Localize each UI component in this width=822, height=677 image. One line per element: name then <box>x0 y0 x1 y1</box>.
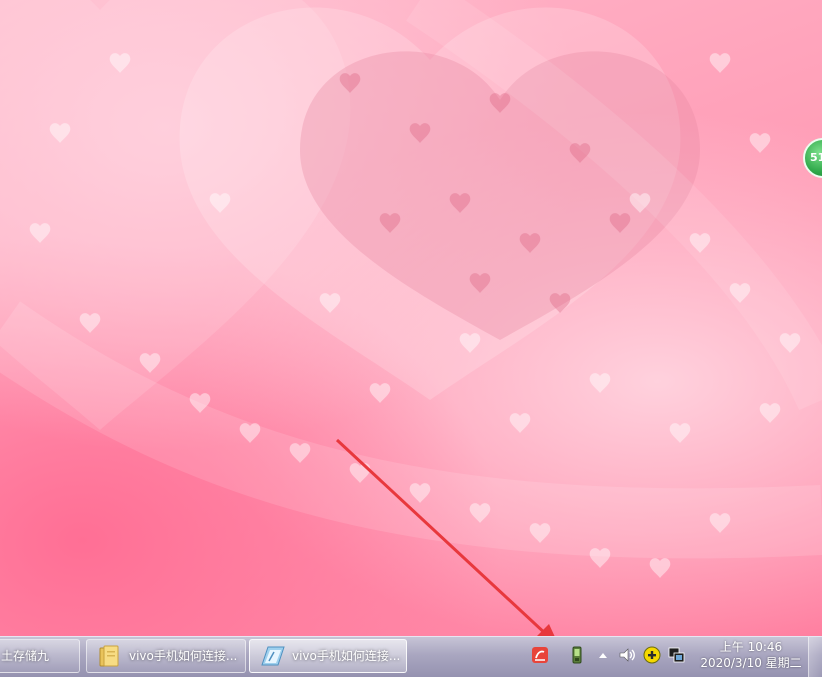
display-icon[interactable] <box>667 645 685 665</box>
volume-icon[interactable] <box>618 645 636 665</box>
wallpaper <box>0 0 822 578</box>
clock-time: 上午 10:46 <box>719 640 783 654</box>
taskbar-button-app[interactable]: 土存储九 <box>0 639 80 673</box>
taskbar-button-label: vivo手机如何连接... <box>129 649 238 663</box>
taskbar-button-label: 土存储九 <box>1 649 50 663</box>
taskbar-button-folder[interactable]: vivo手机如何连接... <box>86 639 246 673</box>
usb-device-icon[interactable] <box>568 645 586 665</box>
desktop: 51 <box>0 0 822 636</box>
show-hidden-icons-chevron[interactable] <box>596 645 610 665</box>
system-clock[interactable]: 上午 10:46 2020/3/10 星期二 <box>696 639 806 671</box>
taskbar-button-document[interactable]: vivo手机如何连接... <box>249 639 407 673</box>
network-status-icon[interactable] <box>643 645 661 665</box>
taskbar: 土存储九 vivo手机如何连接... vivo手机如何连接... 上午 10:4… <box>0 636 822 677</box>
folder-icon <box>99 645 119 667</box>
taskbar-button-label: vivo手机如何连接... <box>292 649 401 663</box>
show-desktop-button[interactable] <box>808 637 822 677</box>
clock-date: 2020/3/10 星期二 <box>700 656 802 670</box>
document-editor-icon <box>261 646 285 666</box>
wps-icon[interactable] <box>531 645 549 665</box>
